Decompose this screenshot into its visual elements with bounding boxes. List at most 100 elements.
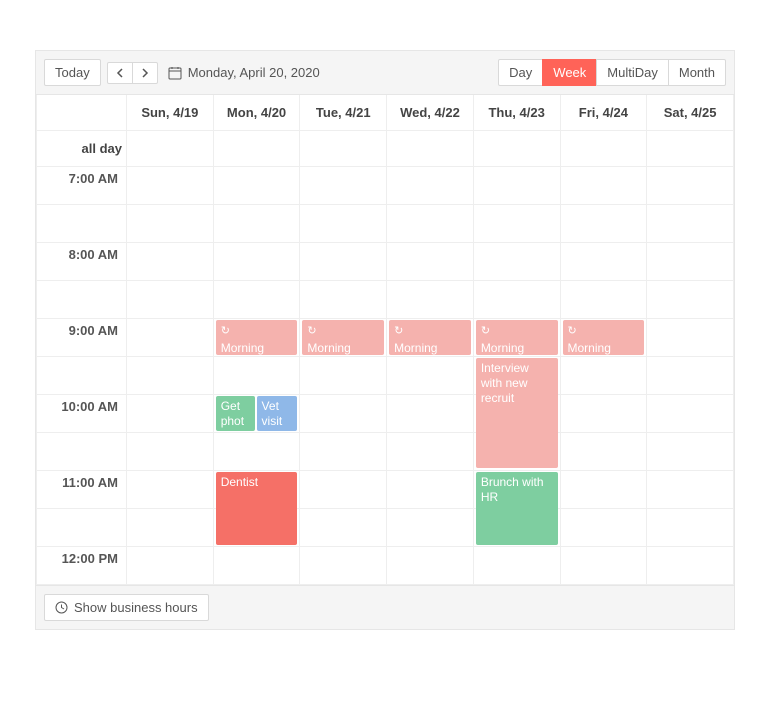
time-slot[interactable] — [387, 167, 474, 205]
time-slot[interactable] — [560, 281, 647, 319]
time-slot[interactable] — [387, 433, 474, 471]
time-slot[interactable] — [560, 243, 647, 281]
time-slot[interactable] — [473, 167, 560, 205]
time-slot[interactable] — [560, 433, 647, 471]
time-slot[interactable] — [127, 471, 214, 509]
day-header[interactable]: Sun, 4/19 — [127, 95, 214, 131]
time-slot[interactable] — [560, 509, 647, 547]
time-slot[interactable]: ↻ Morning — [560, 319, 647, 357]
time-slot[interactable] — [300, 433, 387, 471]
time-slot[interactable] — [647, 509, 734, 547]
time-slot[interactable]: Dentist — [213, 471, 300, 509]
view-multiday-button[interactable]: MultiDay — [596, 59, 669, 86]
time-slot[interactable] — [647, 205, 734, 243]
time-slot[interactable] — [647, 547, 734, 585]
time-slot[interactable] — [473, 395, 560, 433]
time-slot[interactable] — [127, 167, 214, 205]
time-slot[interactable] — [560, 471, 647, 509]
view-month-button[interactable]: Month — [668, 59, 726, 86]
time-slot[interactable] — [127, 357, 214, 395]
time-slot[interactable] — [213, 281, 300, 319]
time-slot[interactable] — [387, 395, 474, 433]
time-slot[interactable] — [213, 433, 300, 471]
time-slot[interactable] — [213, 509, 300, 547]
day-header[interactable]: Sat, 4/25 — [647, 95, 734, 131]
time-slot[interactable] — [473, 243, 560, 281]
view-day-button[interactable]: Day — [498, 59, 543, 86]
time-slot[interactable] — [300, 471, 387, 509]
time-slot[interactable]: ↻ Morning — [473, 319, 560, 357]
time-slot[interactable]: Get phot Vet visit — [213, 395, 300, 433]
time-slot[interactable] — [127, 547, 214, 585]
time-slot[interactable] — [560, 167, 647, 205]
allday-slot[interactable] — [647, 131, 734, 167]
event-morning[interactable]: ↻ Morning — [389, 320, 471, 355]
time-slot[interactable] — [387, 205, 474, 243]
time-slot[interactable] — [300, 395, 387, 433]
day-header[interactable]: Mon, 4/20 — [213, 95, 300, 131]
view-week-button[interactable]: Week — [542, 59, 597, 86]
time-slot[interactable] — [647, 395, 734, 433]
allday-slot[interactable] — [127, 131, 214, 167]
event-vet-visit[interactable]: Vet visit — [257, 396, 298, 431]
time-slot[interactable]: ↻ Morning — [213, 319, 300, 357]
time-slot[interactable] — [647, 319, 734, 357]
time-slot[interactable]: Interview with new recruit — [473, 357, 560, 395]
time-slot[interactable] — [387, 357, 474, 395]
time-slot[interactable] — [473, 509, 560, 547]
time-slot[interactable] — [473, 205, 560, 243]
time-slot[interactable] — [560, 205, 647, 243]
time-slot[interactable]: ↻ Morning — [387, 319, 474, 357]
time-slot[interactable] — [127, 395, 214, 433]
time-slot[interactable] — [647, 433, 734, 471]
time-slot[interactable] — [300, 509, 387, 547]
time-slot[interactable] — [127, 281, 214, 319]
event-get-phot[interactable]: Get phot — [216, 396, 255, 431]
time-slot[interactable]: ↻ Morning — [300, 319, 387, 357]
allday-slot[interactable] — [387, 131, 474, 167]
today-button[interactable]: Today — [44, 59, 101, 86]
business-hours-button[interactable]: Show business hours — [44, 594, 209, 621]
allday-slot[interactable] — [560, 131, 647, 167]
day-header[interactable]: Fri, 4/24 — [560, 95, 647, 131]
time-slot[interactable] — [647, 167, 734, 205]
prev-button[interactable] — [107, 62, 133, 84]
allday-slot[interactable] — [300, 131, 387, 167]
time-slot[interactable] — [300, 547, 387, 585]
time-slot[interactable] — [127, 319, 214, 357]
time-slot[interactable] — [300, 167, 387, 205]
time-slot[interactable] — [387, 243, 474, 281]
time-slot[interactable] — [127, 243, 214, 281]
time-slot[interactable] — [387, 281, 474, 319]
time-slot[interactable] — [473, 547, 560, 585]
event-morning[interactable]: ↻ Morning — [476, 320, 558, 355]
time-slot[interactable] — [127, 205, 214, 243]
time-slot[interactable] — [560, 357, 647, 395]
time-slot[interactable] — [213, 357, 300, 395]
day-header[interactable]: Wed, 4/22 — [387, 95, 474, 131]
next-button[interactable] — [132, 62, 158, 84]
time-slot[interactable] — [387, 509, 474, 547]
time-slot[interactable] — [647, 281, 734, 319]
time-slot[interactable] — [647, 243, 734, 281]
day-header[interactable]: Thu, 4/23 — [473, 95, 560, 131]
time-slot[interactable] — [213, 547, 300, 585]
time-slot[interactable] — [560, 395, 647, 433]
time-slot[interactable] — [387, 471, 474, 509]
time-slot[interactable] — [647, 471, 734, 509]
time-slot[interactable] — [300, 205, 387, 243]
time-slot[interactable] — [127, 509, 214, 547]
time-slot[interactable] — [473, 281, 560, 319]
time-slot[interactable] — [473, 433, 560, 471]
time-slot[interactable] — [560, 547, 647, 585]
date-picker[interactable]: Monday, April 20, 2020 — [168, 65, 320, 80]
time-slot[interactable] — [213, 205, 300, 243]
day-header[interactable]: Tue, 4/21 — [300, 95, 387, 131]
allday-slot[interactable] — [473, 131, 560, 167]
time-slot[interactable] — [300, 357, 387, 395]
time-slot[interactable]: Brunch with HR — [473, 471, 560, 509]
allday-slot[interactable] — [213, 131, 300, 167]
time-slot[interactable] — [300, 243, 387, 281]
time-slot[interactable] — [300, 281, 387, 319]
time-slot[interactable] — [127, 433, 214, 471]
